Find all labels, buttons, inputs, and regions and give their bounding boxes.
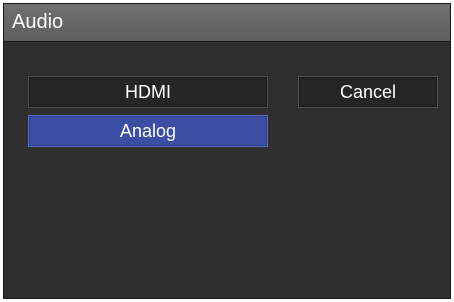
dialog-titlebar: Audio xyxy=(4,4,450,42)
dialog-content: HDMI Analog Cancel xyxy=(4,43,450,298)
audio-dialog: Audio HDMI Analog Cancel xyxy=(3,3,451,299)
hdmi-option-button[interactable]: HDMI xyxy=(28,76,268,108)
cancel-button[interactable]: Cancel xyxy=(298,76,438,108)
analog-option-button[interactable]: Analog xyxy=(28,115,268,147)
dialog-title: Audio xyxy=(12,11,64,33)
